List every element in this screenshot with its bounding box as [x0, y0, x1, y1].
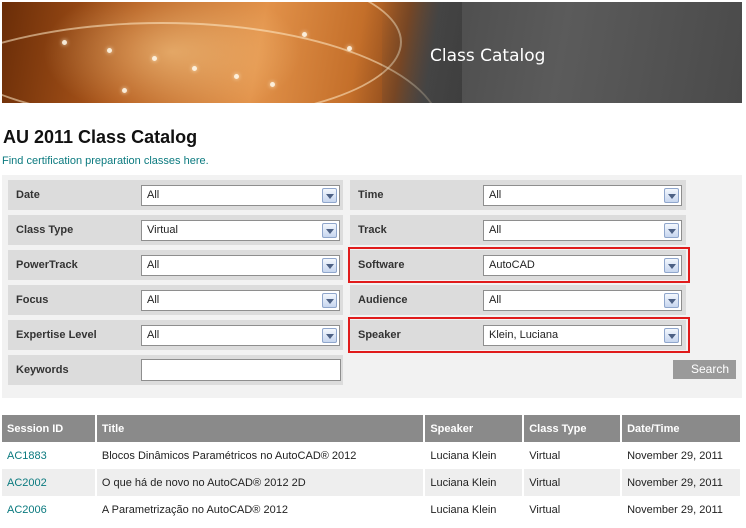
chevron-down-icon[interactable] — [664, 223, 679, 238]
time-label: Time — [358, 189, 384, 201]
date-select-value: All — [147, 189, 160, 201]
banner-light — [302, 32, 307, 37]
speaker-highlight-box — [348, 317, 690, 353]
filter-row-date: Date All — [8, 180, 343, 210]
column-header-session-id[interactable]: Session ID — [2, 415, 97, 442]
filter-row-track: Track All — [350, 215, 686, 245]
date-time-cell: November 29, 2011 — [621, 442, 742, 469]
banner-title: Class Catalog — [430, 46, 546, 66]
focus-select[interactable]: All — [141, 290, 340, 311]
powertrack-select-value: All — [147, 259, 160, 271]
date-time-cell: November 29, 2011 — [621, 496, 742, 523]
chevron-down-icon[interactable] — [664, 293, 679, 308]
banner-arc — [2, 2, 402, 103]
session-id-cell: AC2006 — [2, 496, 97, 523]
filter-row-focus: Focus All — [8, 285, 343, 315]
audience-select[interactable]: All — [483, 290, 682, 311]
chevron-down-icon[interactable] — [322, 223, 337, 238]
focus-label: Focus — [16, 294, 49, 306]
page-title: AU 2011 Class Catalog — [3, 127, 198, 147]
class-type-cell: Virtual — [523, 469, 623, 496]
filter-row-powertrack: PowerTrack All — [8, 250, 343, 280]
table-row: AC2006 A Parametrização no AutoCAD® 2012… — [2, 496, 742, 523]
focus-select-value: All — [147, 294, 160, 306]
filter-row-expertise: Expertise Level All — [8, 320, 343, 350]
track-select[interactable]: All — [483, 220, 682, 241]
table-row: AC1883 Blocos Dinâmicos Paramétricos no … — [2, 442, 742, 469]
class-type-cell: Virtual — [523, 496, 623, 523]
chevron-down-icon[interactable] — [664, 188, 679, 203]
banner-light — [152, 56, 157, 61]
chevron-down-icon[interactable] — [322, 188, 337, 203]
table-header-row: Session ID Title Speaker Class Type Date… — [2, 415, 742, 442]
powertrack-select[interactable]: All — [141, 255, 340, 276]
session-id-cell: AC1883 — [2, 442, 97, 469]
column-header-title[interactable]: Title — [95, 415, 426, 442]
session-id-link[interactable]: AC2006 — [7, 504, 47, 516]
chevron-down-icon[interactable] — [322, 258, 337, 273]
date-select[interactable]: All — [141, 185, 340, 206]
search-button[interactable]: Search — [673, 360, 736, 379]
column-header-date-time[interactable]: Date/Time — [621, 415, 742, 442]
header-banner: Class Catalog — [2, 2, 742, 103]
title-cell: O que há de novo no AutoCAD® 2012 2D — [95, 469, 426, 496]
banner-light — [62, 40, 67, 45]
certification-link[interactable]: Find certification preparation classes h… — [2, 155, 209, 167]
speaker-cell: Luciana Klein — [424, 469, 525, 496]
expertise-label: Expertise Level — [16, 329, 97, 341]
table-row: AC2002 O que há de novo no AutoCAD® 2012… — [2, 469, 742, 496]
class-type-select-value: Virtual — [147, 224, 178, 236]
filter-row-keywords: Keywords — [8, 355, 343, 385]
date-label: Date — [16, 189, 40, 201]
date-time-cell: November 29, 2011 — [621, 469, 742, 496]
filter-row-class-type: Class Type Virtual — [8, 215, 343, 245]
class-type-select[interactable]: Virtual — [141, 220, 340, 241]
results-table: Session ID Title Speaker Class Type Date… — [2, 415, 742, 523]
software-highlight-box — [348, 247, 690, 283]
keywords-label: Keywords — [16, 364, 69, 376]
session-id-link[interactable]: AC2002 — [7, 477, 47, 489]
title-cell: A Parametrização no AutoCAD® 2012 — [95, 496, 426, 523]
banner-light — [122, 88, 127, 93]
banner-light — [107, 48, 112, 53]
banner-light — [192, 66, 197, 71]
speaker-cell: Luciana Klein — [424, 496, 525, 523]
class-type-label: Class Type — [16, 224, 74, 236]
banner-light — [270, 82, 275, 87]
audience-select-value: All — [489, 294, 502, 306]
filter-row-time: Time All — [350, 180, 686, 210]
title-cell: Blocos Dinâmicos Paramétricos no AutoCAD… — [95, 442, 426, 469]
expertise-select-value: All — [147, 329, 160, 341]
chevron-down-icon[interactable] — [322, 293, 337, 308]
banner-light — [347, 46, 352, 51]
banner-light — [234, 74, 239, 79]
keywords-input[interactable] — [141, 359, 341, 381]
filter-row-audience: Audience All — [350, 285, 686, 315]
time-select-value: All — [489, 189, 502, 201]
session-id-cell: AC2002 — [2, 469, 97, 496]
session-id-link[interactable]: AC1883 — [7, 450, 47, 462]
audience-label: Audience — [358, 294, 408, 306]
track-label: Track — [358, 224, 387, 236]
track-select-value: All — [489, 224, 502, 236]
powertrack-label: PowerTrack — [16, 259, 78, 271]
column-header-speaker[interactable]: Speaker — [424, 415, 525, 442]
chevron-down-icon[interactable] — [322, 328, 337, 343]
class-type-cell: Virtual — [523, 442, 623, 469]
column-header-class-type[interactable]: Class Type — [523, 415, 623, 442]
speaker-cell: Luciana Klein — [424, 442, 525, 469]
expertise-select[interactable]: All — [141, 325, 340, 346]
time-select[interactable]: All — [483, 185, 682, 206]
